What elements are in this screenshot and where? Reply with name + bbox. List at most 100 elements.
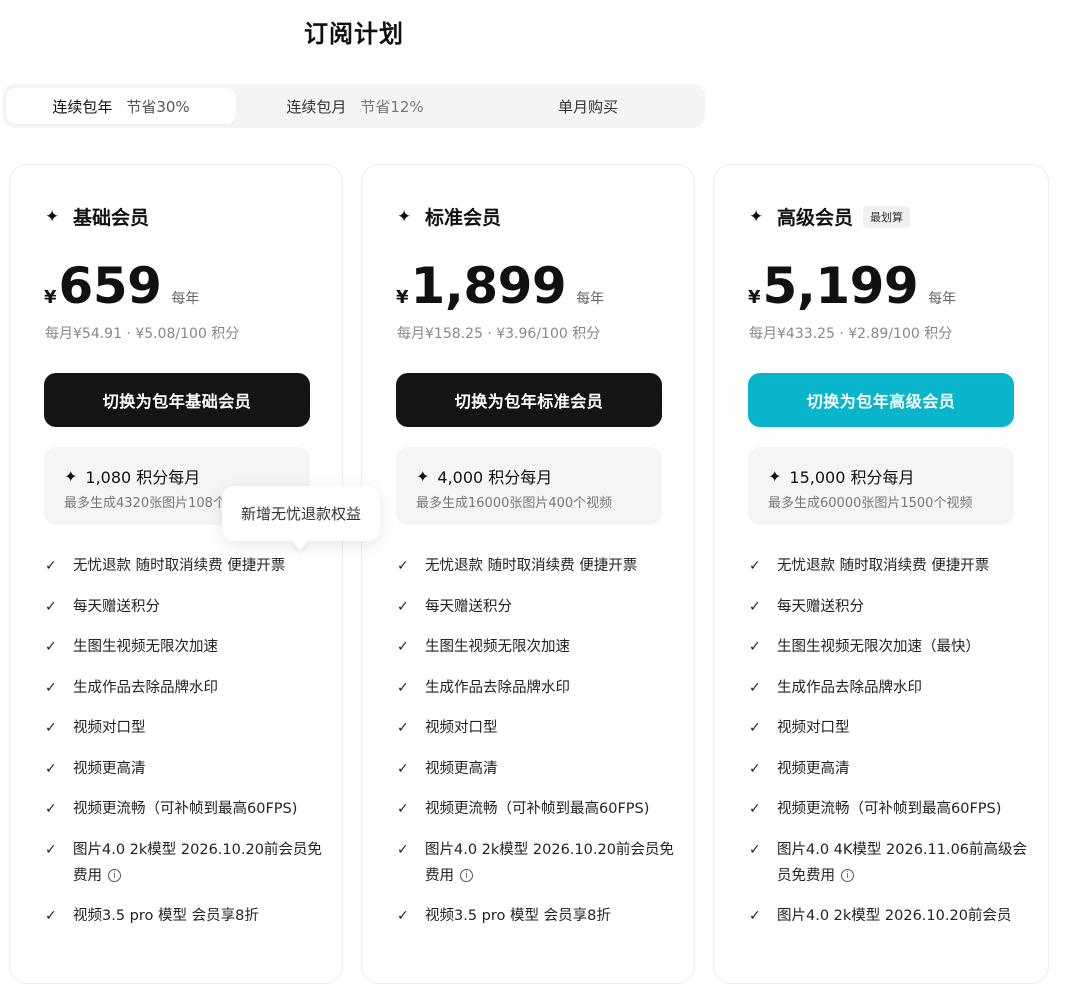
list-item: ✓ 视频3.5 pro 模型 会员享8折: [45, 903, 335, 929]
check-icon: ✓: [749, 801, 761, 817]
tab-monthly[interactable]: 连续包月 节省12%: [240, 88, 470, 124]
list-item: ✓ 视频对口型: [45, 715, 335, 741]
tab-label: 单月购买: [557, 97, 618, 116]
switch-plan-button[interactable]: 切换为包年标准会员: [396, 373, 662, 427]
check-icon: ✓: [749, 841, 761, 858]
sparkle-icon: ✦: [416, 466, 430, 486]
price-amount: 5,199: [762, 257, 919, 315]
list-item: ✓ 生图生视频无限次加速（最快）: [749, 634, 1039, 660]
plan-card-standard: ✦ 标准会员 ¥ 1,899 每年 每月¥158.25 · ¥3.96/100 …: [361, 164, 695, 984]
tab-single-month[interactable]: 单月购买: [473, 88, 703, 124]
credits-description: 最多生成60000张图片1500个视频: [768, 496, 973, 511]
info-icon[interactable]: i: [460, 869, 473, 882]
currency-symbol: ¥: [748, 287, 761, 308]
feature-text: 无忧退款 随时取消续费 便捷开票: [425, 558, 638, 574]
tab-save-badge: 节省30%: [126, 97, 190, 116]
check-icon: ✓: [749, 639, 761, 655]
sparkle-icon: ✦: [64, 466, 78, 486]
feature-text: 生成作品去除品牌水印: [73, 679, 218, 696]
feature-text: 生成作品去除品牌水印: [425, 679, 570, 696]
feature-text: 生图生视频无限次加速（最快）: [777, 639, 980, 655]
credits-main: ✦ 15,000 积分每月: [768, 464, 914, 488]
plan-name: 标准会员: [425, 207, 502, 229]
list-item: ✓ 视频更高清: [45, 756, 335, 782]
price-amount: 659: [58, 257, 162, 315]
check-icon: ✓: [397, 801, 409, 817]
feature-text: 每天赠送积分: [777, 598, 864, 615]
credits-amount: 1,080 积分每月: [85, 468, 201, 487]
switch-plan-button[interactable]: 切换为包年高级会员: [748, 373, 1014, 427]
plan-header: ✦ 标准会员: [397, 203, 501, 230]
check-icon: ✓: [397, 908, 409, 924]
list-item: ✓ 视频更流畅（可补帧到最高60FPS): [45, 796, 335, 822]
list-item: ✓ 视频3.5 pro 模型 会员享8折: [397, 903, 687, 929]
check-icon: ✓: [45, 801, 57, 817]
list-item: ✓ 图片4.0 2k模型 2026.10.20前会员免费用 i: [397, 837, 687, 889]
list-item: ✓ 生成作品去除品牌水印: [749, 675, 1039, 701]
monthly-breakdown: 每月¥433.25 · ¥2.89/100 积分: [749, 326, 953, 342]
monthly-breakdown: 每月¥54.91 · ¥5.08/100 积分: [45, 326, 240, 342]
feature-text: 视频更高清: [73, 760, 146, 777]
list-item: ✓ 生图生视频无限次加速: [397, 634, 687, 660]
plan-name: 高级会员: [777, 207, 854, 229]
tab-save-badge: 节省12%: [360, 97, 424, 116]
plan-name: 基础会员: [73, 207, 150, 229]
check-icon: ✓: [749, 679, 761, 696]
feature-text: 图片4.0 2k模型 2026.10.20前会员: [777, 908, 1012, 924]
check-icon: ✓: [45, 841, 57, 858]
feature-text: 视频更高清: [425, 760, 498, 777]
info-icon[interactable]: i: [841, 869, 854, 882]
feature-list: ✓ 无忧退款 随时取消续费 便捷开票 ✓ 每天赠送积分 ✓ 生图生视频无限次加速 ✓ 生…: [397, 553, 687, 944]
list-item: ✓ 视频更流畅（可补帧到最高60FPS): [397, 796, 687, 822]
feature-text: 无忧退款 随时取消续费 便捷开票: [73, 558, 286, 574]
list-item: ✓ 图片4.0 2k模型 2026.10.20前会员: [749, 903, 1039, 929]
feature-text: 视频更流畅（可补帧到最高60FPS): [425, 801, 650, 817]
feature-text: 每天赠送积分: [425, 598, 512, 615]
feature-text: 视频对口型: [425, 720, 498, 736]
credits-amount: 15,000 积分每月: [789, 468, 915, 487]
check-icon: ✓: [45, 760, 57, 777]
list-item: ✓ 视频更高清: [749, 756, 1039, 782]
monthly-breakdown: 每月¥158.25 · ¥3.96/100 积分: [397, 326, 601, 342]
price-row: ¥ 659 每年: [44, 257, 199, 315]
feature-text: 视频3.5 pro 模型 会员享8折: [73, 908, 259, 924]
check-icon: ✓: [397, 598, 409, 615]
feature-list: ✓ 无忧退款 随时取消续费 便捷开票 ✓ 每天赠送积分 ✓ 生图生视频无限次加速 ✓ 生…: [45, 553, 335, 944]
credits-box: ✦ 4,000 积分每月 最多生成16000张图片400个视频: [396, 447, 662, 525]
credits-box: ✦ 15,000 积分每月 最多生成60000张图片1500个视频: [748, 447, 1014, 525]
check-icon: ✓: [397, 841, 409, 858]
list-item: ✓ 每天赠送积分: [45, 594, 335, 620]
list-item: ✓ 视频对口型: [397, 715, 687, 741]
page-title: 订阅计划: [304, 20, 404, 48]
credits-amount: 4,000 积分每月: [437, 468, 553, 487]
sparkle-icon: ✦: [768, 466, 782, 486]
check-icon: ✓: [45, 598, 57, 615]
plan-header: ✦ 高级会员 最划算: [749, 203, 911, 230]
feature-text: 无忧退款 随时取消续费 便捷开票: [777, 558, 990, 574]
billing-tabs: 连续包年 节省30% 连续包月 节省12% 单月购买: [3, 84, 705, 128]
sparkle-icon: ✦: [45, 206, 60, 227]
refund-tooltip: 新增无忧退款权益: [222, 486, 380, 541]
check-icon: ✓: [749, 720, 761, 736]
check-icon: ✓: [749, 598, 761, 615]
list-item: ✓ 生成作品去除品牌水印: [45, 675, 335, 701]
feature-text: 视频3.5 pro 模型 会员享8折: [425, 908, 611, 924]
switch-plan-button[interactable]: 切换为包年基础会员: [44, 373, 310, 427]
price-amount: 1,899: [410, 257, 567, 315]
feature-text: 视频对口型: [777, 720, 850, 736]
tab-label: 连续包月: [286, 97, 347, 116]
tab-yearly[interactable]: 连续包年 节省30%: [6, 88, 236, 124]
check-icon: ✓: [397, 760, 409, 777]
plan-card-basic: ✦ 基础会员 ¥ 659 每年 每月¥54.91 · ¥5.08/100 积分 …: [9, 164, 343, 984]
list-item: ✓ 无忧退款 随时取消续费 便捷开票: [397, 553, 687, 579]
list-item: ✓ 无忧退款 随时取消续费 便捷开票: [749, 553, 1039, 579]
plan-header: ✦ 基础会员: [45, 203, 149, 230]
check-icon: ✓: [45, 558, 57, 574]
best-value-badge: 最划算: [863, 205, 911, 228]
credits-main: ✦ 4,000 积分每月: [416, 464, 552, 488]
feature-text: 生图生视频无限次加速: [425, 639, 570, 655]
feature-text: 视频更流畅（可补帧到最高60FPS): [777, 801, 1002, 817]
check-icon: ✓: [749, 908, 761, 924]
feature-text: 生成作品去除品牌水印: [777, 679, 922, 696]
info-icon[interactable]: i: [108, 869, 121, 882]
